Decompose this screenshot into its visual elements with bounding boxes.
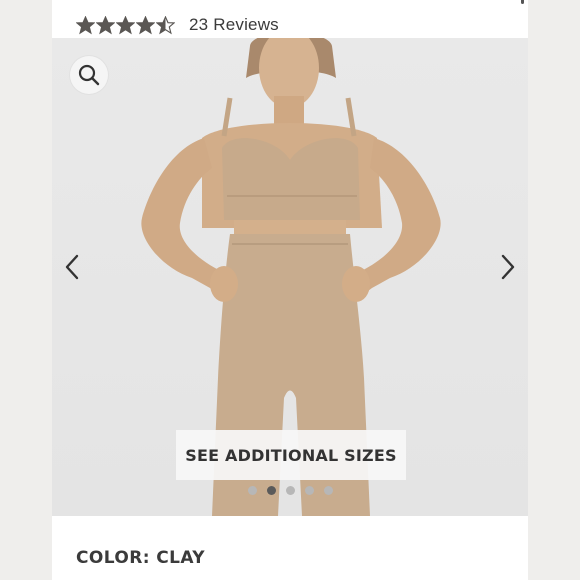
star-full-icon [116,15,135,34]
scroll-indicator [521,0,524,4]
star-full-icon [76,15,95,34]
carousel-dot[interactable] [304,486,314,495]
zoom-button[interactable] [70,56,108,94]
next-image-button[interactable] [492,246,524,288]
magnifier-icon [78,64,100,86]
star-half-icon [156,15,175,34]
color-label: COLOR: CLAY [76,548,205,568]
left-backdrop [0,0,52,580]
right-backdrop [528,0,580,580]
carousel-dot[interactable] [247,486,257,495]
chevron-right-icon [501,254,515,280]
carousel-dots [52,486,528,495]
star-rating [76,15,175,35]
carousel-dot[interactable] [323,486,333,495]
previous-image-button[interactable] [56,246,88,288]
carousel-dot[interactable] [266,486,276,495]
star-full-icon [136,15,155,34]
product-card: 23 Reviews SEE ADDITIONAL SIZES COLOR: C… [52,0,528,580]
star-full-icon [96,15,115,34]
see-additional-sizes-button[interactable]: SEE ADDITIONAL SIZES [176,430,406,480]
rating-row[interactable]: 23 Reviews [76,10,279,40]
product-gallery[interactable]: SEE ADDITIONAL SIZES [52,38,528,516]
reviews-link[interactable]: 23 Reviews [189,15,279,35]
chevron-left-icon [65,254,79,280]
carousel-dot[interactable] [285,486,295,495]
